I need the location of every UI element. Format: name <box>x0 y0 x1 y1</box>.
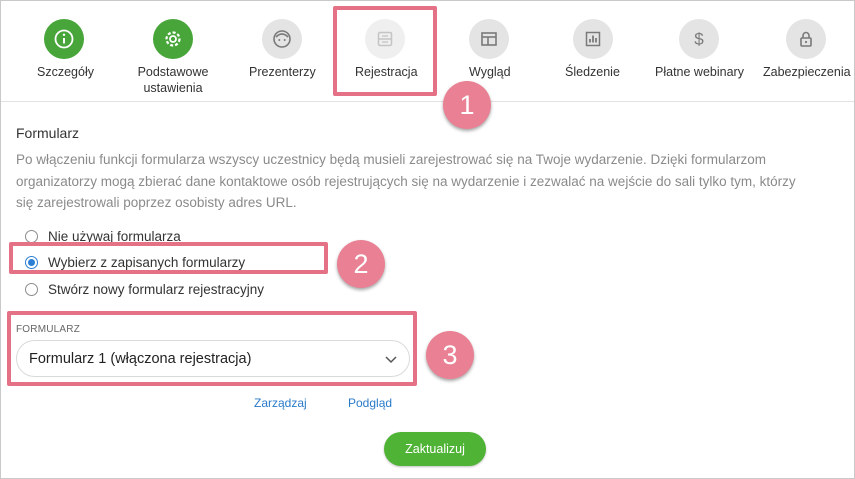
section-title: Formularz <box>16 125 80 141</box>
radio-create-new-form[interactable]: Stwórz nowy formularz rejestracyjny <box>25 282 264 297</box>
info-icon <box>44 19 84 59</box>
tab-paid-webinars[interactable]: $ Płatne webinary <box>649 1 749 101</box>
tab-basic-settings[interactable]: Podstawowe ustawienia <box>131 1 215 101</box>
tab-label: Prezenterzy <box>249 65 316 79</box>
tab-label: Zabezpieczenia <box>763 65 851 79</box>
dollar-icon: $ <box>679 19 719 59</box>
highlight-box-registration-tab <box>333 6 437 96</box>
page-frame: Szczegóły Podstawowe ustawienia Prezente… <box>0 0 855 479</box>
tab-label: Szczegóły <box>37 65 94 79</box>
annotation-marker-2: 2 <box>337 240 385 288</box>
tab-label: Śledzenie <box>565 65 620 79</box>
tab-label: Podstawowe ustawienia <box>137 65 209 95</box>
tab-tracking[interactable]: Śledzenie <box>551 1 635 101</box>
tab-label: Płatne webinary <box>655 65 744 79</box>
svg-text:$: $ <box>694 30 704 49</box>
preview-link[interactable]: Podgląd <box>348 396 392 410</box>
manage-link[interactable]: Zarządzaj <box>254 396 307 410</box>
radio-button[interactable] <box>25 283 38 296</box>
annotation-marker-1: 1 <box>443 81 491 129</box>
section-description: Po włączeniu funkcji formularza wszyscy … <box>16 152 796 210</box>
tab-details[interactable]: Szczegóły <box>11 1 117 101</box>
tab-label: Wygląd <box>469 65 511 79</box>
tab-presenters[interactable]: Prezenterzy <box>241 1 325 101</box>
highlight-box-form-select <box>7 311 417 386</box>
update-button[interactable]: Zaktualizuj <box>384 432 486 466</box>
highlight-box-saved-form-option <box>9 242 328 274</box>
lock-icon <box>786 19 826 59</box>
layout-icon <box>469 19 509 59</box>
face-icon <box>262 19 302 59</box>
gear-icon <box>153 19 193 59</box>
tab-security[interactable]: Zabezpieczenia <box>759 1 854 101</box>
annotation-marker-3: 3 <box>426 331 474 379</box>
bar-chart-icon <box>573 19 613 59</box>
radio-label: Stwórz nowy formularz rejestracyjny <box>48 282 265 297</box>
